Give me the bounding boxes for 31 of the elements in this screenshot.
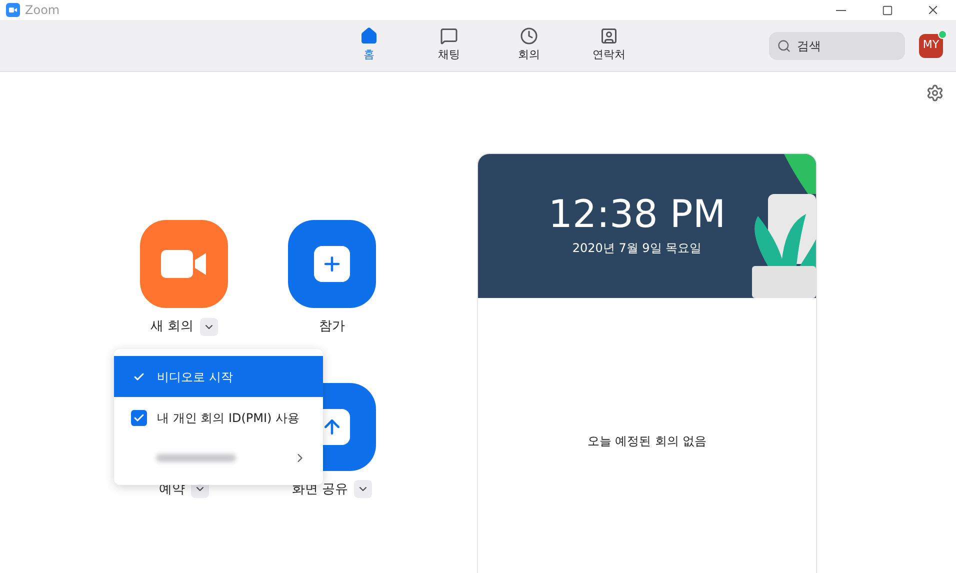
menu-item[interactable]: 내 개인 회의 ID(PMI) 사용 bbox=[114, 397, 323, 438]
nav-tab[interactable]: 홈 bbox=[329, 27, 409, 64]
settings-button[interactable] bbox=[926, 84, 944, 102]
plus-icon bbox=[314, 246, 350, 282]
check-icon bbox=[133, 412, 145, 424]
action-label: 참가 bbox=[319, 318, 345, 336]
action-tile[interactable] bbox=[140, 220, 228, 308]
settings-icon bbox=[926, 84, 944, 102]
clock-date: 2020년 7월 9일 목요일 bbox=[572, 240, 702, 257]
action-label: 새 회의 bbox=[150, 318, 194, 336]
video-camera-icon bbox=[161, 250, 207, 278]
clock-time: 12:38 PM bbox=[548, 195, 726, 233]
maximize-icon bbox=[882, 4, 892, 16]
dropdown-button[interactable] bbox=[354, 480, 372, 498]
dropdown-button[interactable] bbox=[200, 318, 218, 336]
empty-message: 오늘 예정된 회의 없음 bbox=[587, 433, 707, 450]
close-icon bbox=[926, 3, 940, 17]
app-logo-icon bbox=[6, 3, 20, 17]
nav-tab[interactable]: 연락처 bbox=[569, 27, 649, 64]
contact-card-icon bbox=[600, 27, 618, 46]
window-title: Zoom bbox=[25, 2, 60, 19]
search-field[interactable]: 검색 bbox=[769, 32, 905, 60]
home-icon bbox=[360, 27, 378, 46]
search-icon bbox=[777, 38, 791, 52]
menu-item[interactable]: 비디오로 시작 bbox=[114, 356, 323, 397]
chat-bubble-icon bbox=[440, 27, 458, 46]
clock-icon bbox=[520, 27, 538, 46]
nav-tab[interactable]: 채팅 bbox=[409, 27, 489, 64]
action-tile[interactable] bbox=[288, 220, 376, 308]
nav-tab[interactable]: 회의 bbox=[489, 27, 569, 64]
checkbox[interactable] bbox=[131, 410, 147, 426]
